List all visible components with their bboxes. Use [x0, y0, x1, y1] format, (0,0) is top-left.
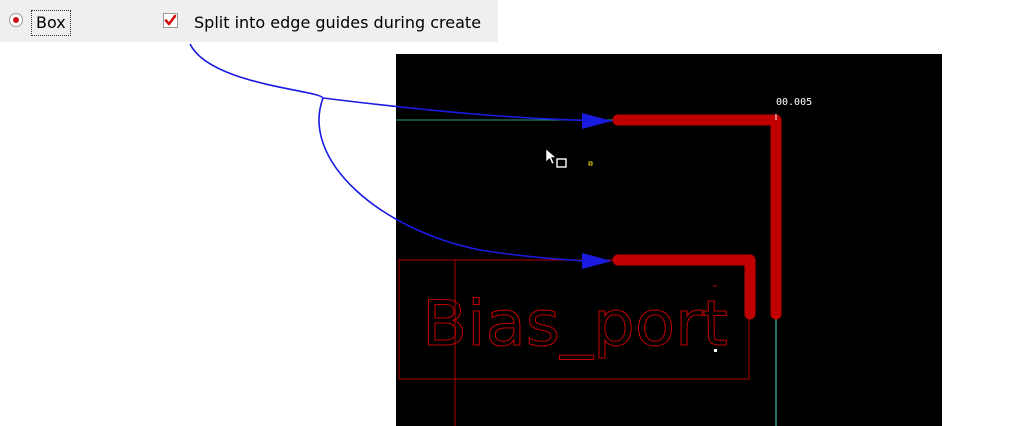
- box-radio-label[interactable]: Box: [31, 10, 71, 36]
- snap-marker: [556, 158, 567, 168]
- box-radio-button[interactable]: [9, 13, 23, 27]
- create-options-bar: Box Split into edge guides during create: [0, 0, 498, 42]
- port-label-text[interactable]: Bias_port: [422, 287, 729, 361]
- checkmark-icon: [164, 14, 177, 26]
- layout-drawing: 00.005 Bias_port: [396, 97, 812, 426]
- cursor-arrow-icon: [545, 148, 557, 165]
- split-edge-guides-label[interactable]: Split into edge guides during create: [194, 13, 481, 33]
- split-edge-guides-checkbox[interactable]: [163, 13, 178, 28]
- dimension-readout: 00.005: [776, 97, 812, 108]
- screenshot-stage: Box Split into edge guides during create: [0, 0, 1013, 426]
- radio-selected-icon: [13, 17, 19, 23]
- layout-canvas[interactable]: 00.005 Bias_port: [396, 54, 942, 426]
- grid-point-marker: [588, 161, 593, 166]
